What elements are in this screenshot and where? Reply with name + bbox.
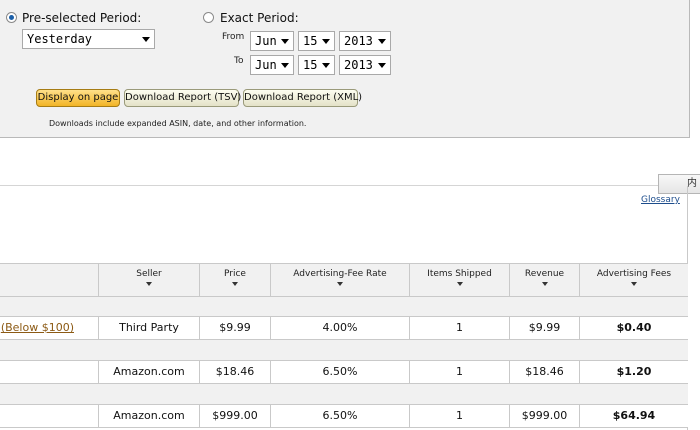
from-month-value: Jun <box>255 34 277 48</box>
exact-period-label: Exact Period: <box>220 11 299 25</box>
price-cell: $9.99 <box>199 317 270 339</box>
column-header-label: Price <box>224 269 246 279</box>
exact-period-radio[interactable] <box>203 12 214 23</box>
chevron-down-icon <box>142 37 150 42</box>
download-tsv-button[interactable]: Download Report (TSV) <box>124 89 241 107</box>
sort-down-icon[interactable] <box>631 282 637 286</box>
category-band <box>0 340 688 361</box>
seller-cell: Third Party <box>98 317 199 339</box>
table-row: Amazon.com $18.46 6.50% 1 $18.46 $1.20 <box>0 360 688 384</box>
table-header: Seller Price Advertising-Fee Rate Items … <box>0 263 688 297</box>
to-day-value: 15 <box>303 58 318 72</box>
downloads-note: Downloads include expanded ASIN, date, a… <box>49 119 307 128</box>
side-tab-label: 内 <box>687 178 697 189</box>
to-label: To <box>234 56 244 66</box>
chevron-down-icon <box>281 63 289 68</box>
advertising-fees-cell: $64.94 <box>579 405 688 427</box>
sort-down-icon[interactable] <box>232 282 238 286</box>
preselected-period-radio[interactable] <box>6 12 17 23</box>
column-header-items-shipped[interactable]: Items Shipped <box>409 264 509 296</box>
from-month-select[interactable]: Jun <box>250 31 294 51</box>
column-header-label: Advertising Fees <box>596 269 672 279</box>
preselected-period-value: Yesterday <box>27 32 93 46</box>
download-xml-button[interactable]: Download Report (XML) <box>243 89 362 107</box>
sort-down-icon[interactable] <box>456 282 463 286</box>
column-header-label: Revenue <box>524 269 565 279</box>
fee-rate-cell: 4.00% <box>270 317 409 339</box>
column-header-label: Advertising-Fee Rate <box>293 269 387 279</box>
to-year-select[interactable]: 2013 <box>339 55 391 75</box>
revenue-cell: $999.00 <box>509 405 579 427</box>
sort-down-icon[interactable] <box>541 282 548 286</box>
from-year-select[interactable]: 2013 <box>339 31 391 51</box>
items-shipped-cell: 1 <box>409 405 509 427</box>
category-link[interactable]: (Below $100) <box>0 317 98 339</box>
chevron-down-icon <box>281 39 289 44</box>
preselected-period-label: Pre-selected Period: <box>22 11 142 25</box>
fee-rate-cell: 6.50% <box>270 361 409 383</box>
column-header-label: Seller <box>136 269 162 279</box>
category-band <box>0 297 688 317</box>
revenue-cell: $18.46 <box>509 361 579 383</box>
seller-cell: Amazon.com <box>98 405 199 427</box>
column-header-revenue[interactable]: Revenue <box>509 264 579 296</box>
price-cell: $18.46 <box>199 361 270 383</box>
to-year-value: 2013 <box>344 58 373 72</box>
items-shipped-cell: 1 <box>409 361 509 383</box>
table-row: (Below $100) Third Party $9.99 4.00% 1 $… <box>0 316 688 340</box>
chevron-down-icon <box>378 63 386 68</box>
category-link[interactable] <box>0 405 98 427</box>
category-band <box>0 384 688 405</box>
from-day-value: 15 <box>303 34 318 48</box>
from-year-value: 2013 <box>344 34 373 48</box>
side-tab[interactable]: 内 <box>658 174 700 194</box>
display-on-page-button[interactable]: Display on page <box>36 89 120 107</box>
items-shipped-cell: 1 <box>409 317 509 339</box>
to-month-select[interactable]: Jun <box>250 55 294 75</box>
period-panel: Pre-selected Period: Yesterday Exact Per… <box>0 0 690 138</box>
sort-down-icon[interactable] <box>146 282 152 286</box>
revenue-cell: $9.99 <box>509 317 579 339</box>
advertising-fees-cell: $1.20 <box>579 361 688 383</box>
column-header-price[interactable]: Price <box>199 264 270 296</box>
sort-down-icon[interactable] <box>337 282 343 286</box>
to-day-select[interactable]: 15 <box>298 55 335 75</box>
price-cell: $999.00 <box>199 405 270 427</box>
preselected-period-select[interactable]: Yesterday <box>22 29 155 49</box>
glossary-link[interactable]: Glossary <box>641 195 680 205</box>
section-divider <box>0 185 682 186</box>
column-header-label: Items Shipped <box>427 269 492 279</box>
column-header-seller[interactable]: Seller <box>98 264 199 296</box>
from-label: From <box>222 32 245 42</box>
column-header-advertising-fees[interactable]: Advertising Fees <box>579 264 688 296</box>
fee-rate-cell: 6.50% <box>270 405 409 427</box>
chevron-down-icon <box>322 39 330 44</box>
table-row: Amazon.com $999.00 6.50% 1 $999.00 $64.9… <box>0 404 688 428</box>
advertising-fees-cell: $0.40 <box>579 317 688 339</box>
seller-cell: Amazon.com <box>98 361 199 383</box>
chevron-down-icon <box>322 63 330 68</box>
from-day-select[interactable]: 15 <box>298 31 335 51</box>
to-month-value: Jun <box>255 58 277 72</box>
column-header-fee-rate[interactable]: Advertising-Fee Rate <box>270 264 409 296</box>
category-link[interactable] <box>0 361 98 383</box>
chevron-down-icon <box>378 39 386 44</box>
